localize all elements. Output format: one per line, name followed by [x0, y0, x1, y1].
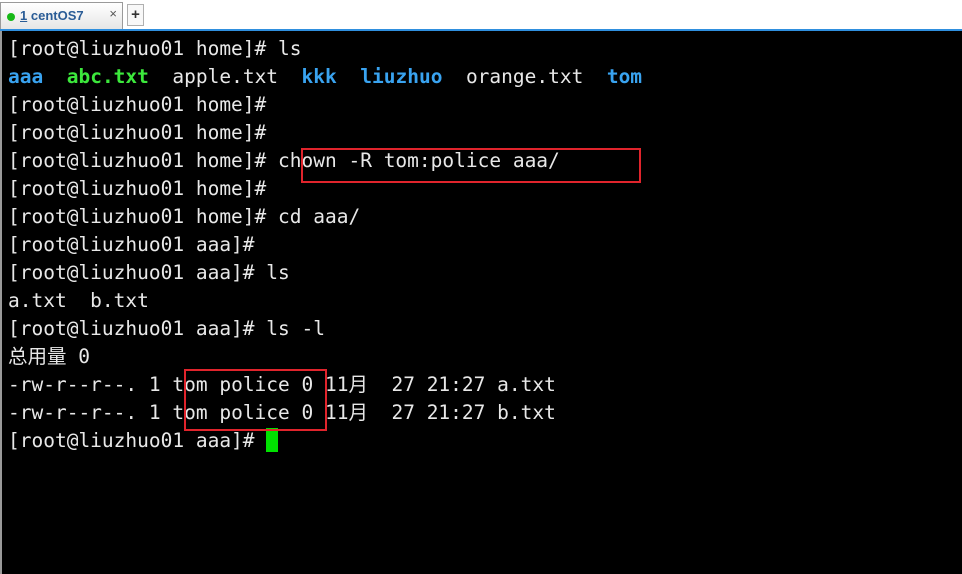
file-details: 0 11月 27 21:27 a.txt — [301, 373, 556, 396]
terminal-line: [root@liuzhuo01 home]# — [8, 121, 267, 144]
terminal-line: 总用量 0 — [8, 345, 90, 368]
terminal-line: [root@liuzhuo01 aaa]# — [8, 427, 279, 455]
file-permissions: -rw-r--r--. 1 — [8, 373, 161, 396]
ls-output-line: aaa abc.txt apple.txt kkk liuzhuo orange… — [8, 63, 642, 91]
tab-bar: 1 centOS7 × + — [0, 0, 962, 31]
ls-entry-file: apple.txt — [172, 65, 279, 88]
terminal-line: [root@liuzhuo01 home]# cd aaa/ — [8, 205, 361, 228]
tab-centos7[interactable]: 1 centOS7 × — [0, 2, 123, 29]
terminal-line: [root@liuzhuo01 home]# ls — [8, 37, 302, 60]
terminal-line: [root@liuzhuo01 aaa]# ls — [8, 261, 290, 284]
terminal-line: [root@liuzhuo01 home]# — [8, 177, 267, 200]
chown-highlight-box — [301, 148, 641, 183]
tab-label: 1 centOS7 — [20, 8, 84, 23]
terminal-output[interactable]: [root@liuzhuo01 home]# ls aaa abc.txt ap… — [0, 31, 962, 574]
terminal-cursor — [266, 428, 279, 452]
prompt: [root@liuzhuo01 home]# — [8, 149, 267, 172]
new-tab-button[interactable]: + — [127, 4, 144, 26]
ls-entry-dir: aaa — [8, 65, 44, 88]
ls-entry-file: orange.txt — [465, 65, 584, 88]
terminal-line: [root@liuzhuo01 aaa]# — [8, 233, 255, 256]
ls-entry-dir: liuzhuo — [360, 65, 443, 88]
terminal-line: [root@liuzhuo01 aaa]# ls -l — [8, 317, 325, 340]
connected-status-icon — [7, 13, 15, 21]
ls-entry-dir: tom — [606, 65, 643, 88]
prompt: [root@liuzhuo01 aaa]# — [8, 429, 255, 452]
tab-number: 1 — [20, 8, 28, 23]
terminal-line: a.txt b.txt — [8, 289, 149, 312]
file-permissions: -rw-r--r--. 1 — [8, 401, 161, 424]
terminal-line: [root@liuzhuo01 home]# — [8, 93, 267, 116]
ls-entry-exec: abc.txt — [66, 65, 149, 88]
owner-highlight-box — [184, 369, 327, 431]
close-icon[interactable]: × — [109, 6, 117, 21]
ls-entry-dir: kkk — [301, 65, 337, 88]
file-details: 0 11月 27 21:27 b.txt — [301, 401, 556, 424]
tab-title: centOS7 — [30, 8, 84, 23]
